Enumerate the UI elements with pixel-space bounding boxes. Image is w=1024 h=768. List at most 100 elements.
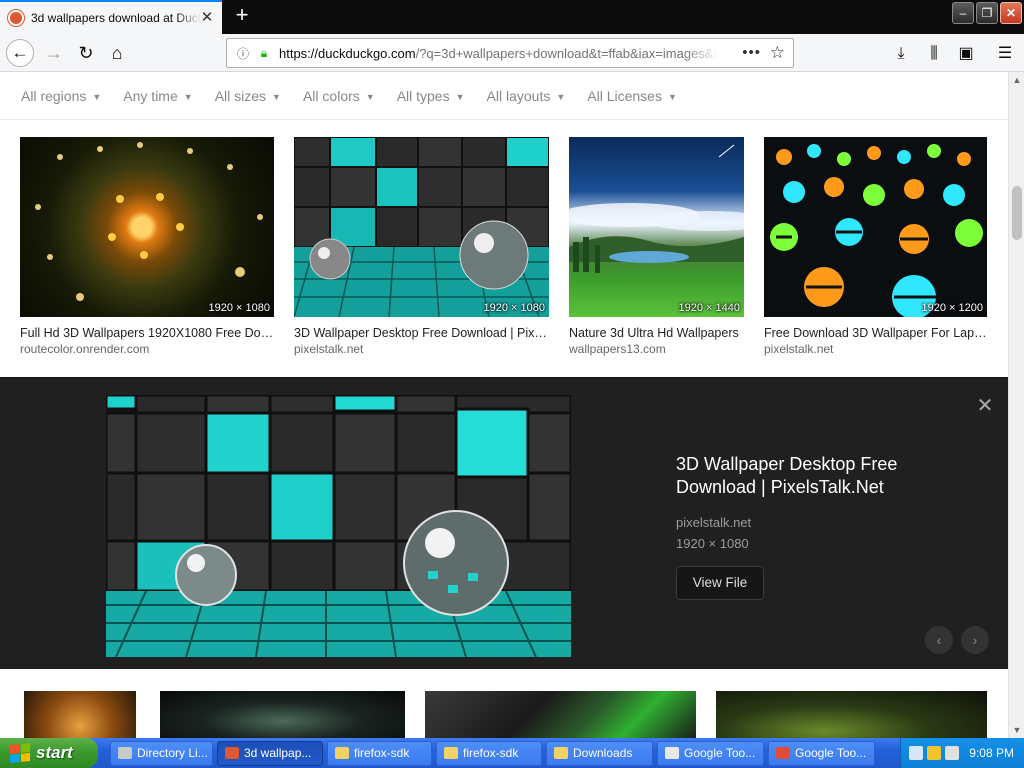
taskbar-item-downloads[interactable]: Downloads xyxy=(546,741,653,766)
sidebar-icon[interactable]: ▣ xyxy=(955,43,977,65)
start-button[interactable]: start xyxy=(0,738,98,768)
image-result-card[interactable] xyxy=(425,691,696,738)
filter-sizes[interactable]: All sizes ▼ xyxy=(215,88,281,104)
forward-button[interactable]: → xyxy=(40,39,68,67)
image-result-card[interactable]: 1920 × 1440 Nature 3d Ultra Hd Wallpaper… xyxy=(569,137,744,356)
result-title[interactable]: 3D Wallpaper Desktop Free Download | Pix… xyxy=(294,326,549,340)
duckduckgo-icon xyxy=(225,747,239,759)
reload-button[interactable]: ↻ xyxy=(72,39,100,67)
back-button[interactable]: ← xyxy=(6,39,34,67)
window-icon xyxy=(118,747,132,759)
scroll-up-icon[interactable]: ▲ xyxy=(1009,72,1024,88)
taskbar-item-folder[interactable]: firefox-sdk xyxy=(327,741,432,766)
result-thumbnail[interactable]: 1920 × 1200 xyxy=(764,137,987,317)
glowing-spheres-image xyxy=(770,144,983,317)
page-scrollbar[interactable]: ▲ ▼ xyxy=(1008,72,1024,738)
chevron-down-icon: ▼ xyxy=(556,91,566,102)
chevron-down-icon: ▼ xyxy=(455,91,465,102)
window-controls: ‒ ❐ ✕ xyxy=(952,2,1022,24)
detail-dimensions: 1920 × 1080 xyxy=(676,536,749,551)
lock-icon[interactable]: 🔒︎ xyxy=(255,46,273,61)
tab-close-icon[interactable]: ✕ xyxy=(198,9,216,27)
shield-icon[interactable] xyxy=(927,746,942,760)
previous-arrow-icon[interactable]: ‹ xyxy=(925,626,953,654)
cubes-spheres-image xyxy=(294,137,549,317)
new-tab-button[interactable]: + xyxy=(230,4,254,28)
restore-button[interactable]: ❐ xyxy=(976,2,998,24)
result-thumbnail[interactable]: 1920 × 1440 xyxy=(569,137,744,317)
image-dimensions: 1920 × 1440 xyxy=(678,302,740,314)
result-thumbnail[interactable]: 1920 × 1080 xyxy=(20,137,274,317)
chevron-down-icon: ▼ xyxy=(272,91,281,102)
image-result-card[interactable]: 1920 × 1080 3D Wallpaper Desktop Free Do… xyxy=(292,135,551,356)
filter-time[interactable]: Any time ▼ xyxy=(123,88,192,104)
result-thumbnail[interactable] xyxy=(24,691,136,738)
result-title[interactable]: Nature 3d Ultra Hd Wallpapers xyxy=(569,326,744,340)
url-bar[interactable]: ⓘ 🔒︎ https://duckduckgo.com/?q=3d+wallpa… xyxy=(226,38,794,68)
keyboard-icon[interactable] xyxy=(909,746,924,760)
bookmark-star-icon[interactable]: ☆ xyxy=(770,43,785,63)
result-title[interactable]: Full Hd 3D Wallpapers 1920X1080 Free Dow… xyxy=(20,326,274,340)
next-arrow-icon[interactable]: › xyxy=(961,626,989,654)
result-thumbnail[interactable] xyxy=(425,691,696,738)
taskbar-item-folder[interactable]: firefox-sdk xyxy=(436,741,542,766)
url-text[interactable]: https://duckduckgo.com/?q=3d+wallpapers+… xyxy=(279,46,719,61)
minimize-button[interactable]: ‒ xyxy=(952,2,974,24)
result-thumbnail[interactable] xyxy=(160,691,405,738)
tab-title: 3d wallpapers download at DuckDuckGo xyxy=(31,11,201,25)
taskbar-item-firefox[interactable]: 3d wallpap... xyxy=(217,741,323,766)
image-result-card[interactable] xyxy=(160,691,405,738)
site-info-icon[interactable]: ⓘ xyxy=(231,45,255,62)
network-icon[interactable] xyxy=(945,746,960,760)
image-dimensions: 1920 × 1200 xyxy=(921,302,983,314)
page-actions-menu-icon[interactable]: ••• xyxy=(742,44,761,61)
library-icon[interactable]: ⫼ xyxy=(923,43,945,65)
image-result-card[interactable] xyxy=(24,691,136,738)
filter-colors[interactable]: All colors ▼ xyxy=(303,88,375,104)
cubes-spheres-large-image xyxy=(106,395,571,657)
scrollbar-thumb[interactable] xyxy=(1012,186,1022,240)
image-result-card[interactable]: 1920 × 1200 Free Download 3D Wallpaper F… xyxy=(764,137,987,356)
scroll-down-icon[interactable]: ▼ xyxy=(1009,722,1024,738)
close-icon[interactable]: ✕ xyxy=(975,396,995,416)
window-icon xyxy=(665,747,679,759)
result-source: wallpapers13.com xyxy=(569,342,666,356)
folder-icon xyxy=(335,747,349,759)
taskbar-clock: 9:08 PM xyxy=(969,746,1014,760)
result-thumbnail[interactable]: 1920 × 1080 xyxy=(292,135,551,319)
tab-strip: 3d wallpapers download at DuckDuckGo ✕ +… xyxy=(0,0,1024,34)
start-label: start xyxy=(36,743,73,762)
folder-icon xyxy=(554,747,568,759)
taskbar-item-directory[interactable]: Directory Li... xyxy=(110,741,213,766)
downloads-icon[interactable]: ⤓ xyxy=(890,43,912,65)
image-detail-panel: 3D Wallpaper Desktop Free Download | Pix… xyxy=(0,377,1008,669)
page-viewport: All regions ▼ Any time ▼ All sizes ▼ All co… xyxy=(0,72,1008,738)
taskbar-item-google-tools[interactable]: Google Too... xyxy=(768,741,875,766)
image-filters-bar: All regions ▼ Any time ▼ All sizes ▼ All co… xyxy=(0,72,1008,120)
detail-source[interactable]: pixelstalk.net xyxy=(676,515,751,530)
window-close-button[interactable]: ✕ xyxy=(1000,2,1022,24)
detail-image[interactable] xyxy=(106,395,571,657)
chevron-down-icon: ▼ xyxy=(667,91,677,102)
result-source: pixelstalk.net xyxy=(294,342,364,356)
taskbar-item-google-tools[interactable]: Google Too... xyxy=(657,741,764,766)
image-result-card[interactable]: 1920 × 1080 Full Hd 3D Wallpapers 1920X1… xyxy=(20,137,274,356)
home-button[interactable]: ⌂ xyxy=(103,39,131,67)
hamburger-menu-icon[interactable]: ☰ xyxy=(994,43,1016,65)
nature-landscape-image xyxy=(569,144,744,273)
filter-regions[interactable]: All regions ▼ xyxy=(21,88,101,104)
image-dimensions: 1920 × 1080 xyxy=(483,302,545,314)
detail-title[interactable]: 3D Wallpaper Desktop Free Download | Pix… xyxy=(676,453,946,499)
view-file-button[interactable]: View File xyxy=(676,566,764,600)
result-title[interactable]: Free Download 3D Wallpaper For Laptop xyxy=(764,326,987,340)
chrome-icon xyxy=(776,747,790,759)
filter-types[interactable]: All types ▼ xyxy=(397,88,465,104)
fractal-flower-image xyxy=(35,142,263,301)
filter-licenses[interactable]: All Licenses ▼ xyxy=(587,88,677,104)
filter-layouts[interactable]: All layouts ▼ xyxy=(487,88,566,104)
windows-logo-icon xyxy=(10,742,30,764)
image-result-card[interactable] xyxy=(716,691,987,738)
tab-duckduckgo[interactable]: 3d wallpapers download at DuckDuckGo ✕ xyxy=(0,0,222,34)
navigation-toolbar: ← → ↻ ⌂ ⓘ 🔒︎ https://duckduckgo.com/?q=3… xyxy=(0,34,1024,72)
result-thumbnail[interactable] xyxy=(716,691,987,738)
